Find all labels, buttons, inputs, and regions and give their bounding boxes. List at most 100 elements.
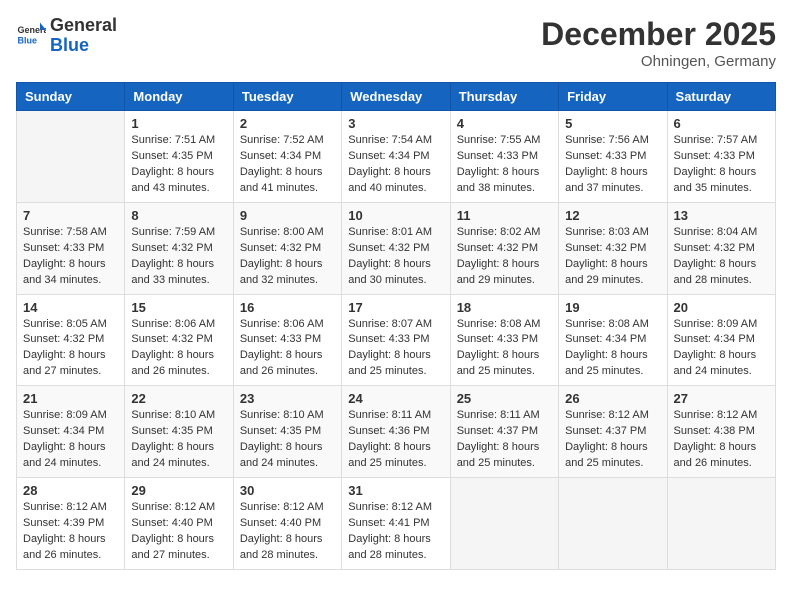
day-info: Sunrise: 7:52 AMSunset: 4:34 PMDaylight:… — [240, 133, 335, 197]
calendar-cell: 23Sunrise: 8:10 AMSunset: 4:35 PMDayligh… — [233, 386, 341, 478]
day-number: 27 — [674, 391, 769, 406]
calendar-cell: 7 Sunrise: 7:58 AMSunset: 4:33 PMDaylight… — [17, 202, 125, 294]
calendar-week-5: 28Sunrise: 8:12 AMSunset: 4:39 PMDayligh… — [17, 478, 776, 570]
day-number: 21 — [23, 391, 118, 406]
calendar-cell: 21 Sunrise: 8:09 AMSunset: 4:34 PMDayligh… — [17, 386, 125, 478]
day-info: Sunrise: 8:12 AMSunset: 4:40 PMDaylight:… — [131, 500, 226, 564]
svg-text:Blue: Blue — [18, 35, 38, 45]
day-number: 16 — [240, 300, 335, 315]
sunrise-label: Sunrise: 8:08 AM — [565, 318, 649, 330]
daylight-label: Daylight: 8 hours and 26 minutes. — [674, 441, 757, 469]
day-number: 7 — [23, 208, 118, 223]
day-number: 23 — [240, 391, 335, 406]
sunset-label: Sunset: 4:37 PM — [565, 425, 646, 437]
daylight-label: Daylight: 8 hours and 25 minutes. — [565, 441, 648, 469]
sunrise-label: Sunrise: 8:11 AM — [457, 409, 540, 421]
sunrise-label: Sunrise: 8:02 AM — [457, 226, 541, 238]
sunrise-label: Sunrise: 7:52 AM — [240, 134, 324, 146]
logo-blue-text: Blue — [50, 35, 89, 55]
sunrise-label: Sunrise: 8:09 AM — [23, 409, 107, 421]
calendar-cell: 19Sunrise: 8:08 AMSunset: 4:34 PMDayligh… — [559, 294, 667, 386]
day-info: Sunrise: 8:09 AMSunset: 4:34 PMDaylight:… — [23, 408, 118, 472]
day-info: Sunrise: 7:57 AMSunset: 4:33 PMDaylight:… — [674, 133, 769, 197]
daylight-label: Daylight: 8 hours and 24 minutes. — [674, 349, 757, 377]
daylight-label: Daylight: 8 hours and 25 minutes. — [457, 441, 540, 469]
sunrise-label: Sunrise: 8:04 AM — [674, 226, 758, 238]
sunset-label: Sunset: 4:32 PM — [674, 242, 755, 254]
day-info: Sunrise: 7:56 AMSunset: 4:33 PMDaylight:… — [565, 133, 660, 197]
daylight-label: Daylight: 8 hours and 24 minutes. — [23, 441, 106, 469]
day-info: Sunrise: 8:02 AMSunset: 4:32 PMDaylight:… — [457, 225, 552, 289]
day-number: 22 — [131, 391, 226, 406]
sunset-label: Sunset: 4:33 PM — [240, 333, 321, 345]
sunset-label: Sunset: 4:33 PM — [565, 150, 646, 162]
day-number: 19 — [565, 300, 660, 315]
sunset-label: Sunset: 4:34 PM — [348, 150, 429, 162]
calendar-cell: 5Sunrise: 7:56 AMSunset: 4:33 PMDaylight… — [559, 111, 667, 203]
sunset-label: Sunset: 4:32 PM — [131, 333, 212, 345]
calendar-cell: 20Sunrise: 8:09 AMSunset: 4:34 PMDayligh… — [667, 294, 775, 386]
day-info: Sunrise: 8:12 AMSunset: 4:37 PMDaylight:… — [565, 408, 660, 472]
daylight-label: Daylight: 8 hours and 33 minutes. — [131, 258, 214, 286]
day-number: 30 — [240, 483, 335, 498]
sunset-label: Sunset: 4:35 PM — [240, 425, 321, 437]
sunrise-label: Sunrise: 7:51 AM — [131, 134, 215, 146]
daylight-label: Daylight: 8 hours and 25 minutes. — [565, 349, 648, 377]
daylight-label: Daylight: 8 hours and 40 minutes. — [348, 166, 431, 194]
calendar-cell: 6 Sunrise: 7:57 AMSunset: 4:33 PMDaylight… — [667, 111, 775, 203]
logo-icon: General Blue — [16, 21, 46, 51]
day-number: 8 — [131, 208, 226, 223]
calendar-cell: 27Sunrise: 8:12 AMSunset: 4:38 PMDayligh… — [667, 386, 775, 478]
day-number: 3 — [348, 116, 443, 131]
day-info: Sunrise: 8:11 AMSunset: 4:37 PMDaylight:… — [457, 408, 552, 472]
calendar-cell — [450, 478, 558, 570]
sunrise-label: Sunrise: 8:10 AM — [131, 409, 215, 421]
sunset-label: Sunset: 4:33 PM — [457, 150, 538, 162]
sunset-label: Sunset: 4:36 PM — [348, 425, 429, 437]
calendar-header-wednesday: Wednesday — [342, 83, 450, 111]
daylight-label: Daylight: 8 hours and 28 minutes. — [240, 533, 323, 561]
sunrise-label: Sunrise: 7:55 AM — [457, 134, 541, 146]
daylight-label: Daylight: 8 hours and 37 minutes. — [565, 166, 648, 194]
calendar-week-3: 14Sunrise: 8:05 AMSunset: 4:32 PMDayligh… — [17, 294, 776, 386]
day-number: 6 — [674, 116, 769, 131]
day-number: 1 — [131, 116, 226, 131]
sunset-label: Sunset: 4:32 PM — [131, 242, 212, 254]
sunset-label: Sunset: 4:38 PM — [674, 425, 755, 437]
daylight-label: Daylight: 8 hours and 32 minutes. — [240, 258, 323, 286]
calendar-cell: 14Sunrise: 8:05 AMSunset: 4:32 PMDayligh… — [17, 294, 125, 386]
sunset-label: Sunset: 4:32 PM — [23, 333, 104, 345]
sunset-label: Sunset: 4:32 PM — [565, 242, 646, 254]
calendar-header-saturday: Saturday — [667, 83, 775, 111]
calendar-cell: 25Sunrise: 8:11 AMSunset: 4:37 PMDayligh… — [450, 386, 558, 478]
daylight-label: Daylight: 8 hours and 29 minutes. — [457, 258, 540, 286]
logo: General Blue General Blue — [16, 16, 117, 56]
sunrise-label: Sunrise: 8:03 AM — [565, 226, 649, 238]
sunrise-label: Sunrise: 8:09 AM — [674, 318, 758, 330]
calendar-cell: 15Sunrise: 8:06 AMSunset: 4:32 PMDayligh… — [125, 294, 233, 386]
day-info: Sunrise: 8:10 AMSunset: 4:35 PMDaylight:… — [131, 408, 226, 472]
sunrise-label: Sunrise: 8:12 AM — [240, 501, 324, 513]
sunset-label: Sunset: 4:39 PM — [23, 517, 104, 529]
calendar-cell: 8Sunrise: 7:59 AMSunset: 4:32 PMDaylight… — [125, 202, 233, 294]
sunset-label: Sunset: 4:32 PM — [240, 242, 321, 254]
day-number: 18 — [457, 300, 552, 315]
daylight-label: Daylight: 8 hours and 35 minutes. — [674, 166, 757, 194]
daylight-label: Daylight: 8 hours and 28 minutes. — [674, 258, 757, 286]
sunrise-label: Sunrise: 8:05 AM — [23, 318, 107, 330]
calendar-cell: 31Sunrise: 8:12 AMSunset: 4:41 PMDayligh… — [342, 478, 450, 570]
day-number: 24 — [348, 391, 443, 406]
calendar-cell: 2Sunrise: 7:52 AMSunset: 4:34 PMDaylight… — [233, 111, 341, 203]
calendar-cell: 18Sunrise: 8:08 AMSunset: 4:33 PMDayligh… — [450, 294, 558, 386]
calendar-week-4: 21 Sunrise: 8:09 AMSunset: 4:34 PMDayligh… — [17, 386, 776, 478]
day-number: 26 — [565, 391, 660, 406]
day-info: Sunrise: 8:03 AMSunset: 4:32 PMDaylight:… — [565, 225, 660, 289]
day-info: Sunrise: 7:58 AMSunset: 4:33 PMDaylight:… — [23, 225, 118, 289]
daylight-label: Daylight: 8 hours and 30 minutes. — [348, 258, 431, 286]
day-info: Sunrise: 8:06 AMSunset: 4:33 PMDaylight:… — [240, 317, 335, 381]
sunset-label: Sunset: 4:32 PM — [348, 242, 429, 254]
calendar-cell: 26 Sunrise: 8:12 AMSunset: 4:37 PMDayligh… — [559, 386, 667, 478]
sunrise-label: Sunrise: 7:57 AM — [674, 134, 758, 146]
day-info: Sunrise: 8:05 AMSunset: 4:32 PMDaylight:… — [23, 317, 118, 381]
calendar-cell: 30Sunrise: 8:12 AMSunset: 4:40 PMDayligh… — [233, 478, 341, 570]
